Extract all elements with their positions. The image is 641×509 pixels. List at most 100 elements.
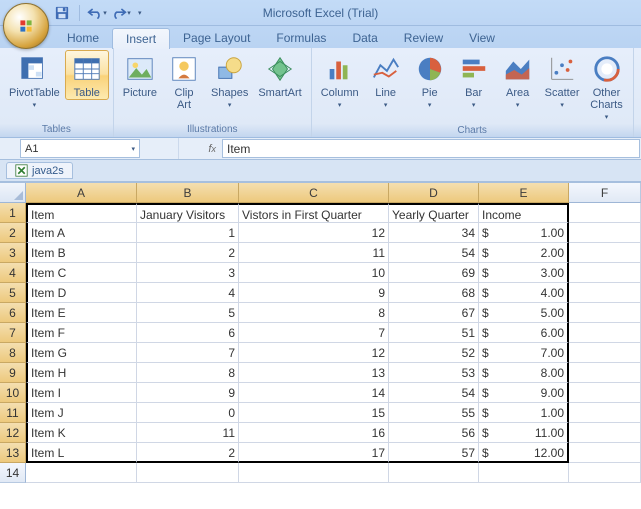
bar-chart-button[interactable]: Bar▾ bbox=[452, 50, 496, 112]
cell[interactable]: 2 bbox=[137, 443, 239, 463]
cell[interactable]: $7.00 bbox=[479, 343, 569, 363]
name-box[interactable]: A1 ▾ bbox=[20, 139, 140, 158]
cell[interactable] bbox=[569, 223, 641, 243]
hyperlink-button[interactable]: Hype bbox=[638, 50, 641, 99]
cell[interactable]: Item H bbox=[26, 363, 137, 383]
cell[interactable] bbox=[239, 463, 389, 483]
cell[interactable]: Item K bbox=[26, 423, 137, 443]
row-header[interactable]: 1 bbox=[0, 203, 26, 223]
cell[interactable]: $6.00 bbox=[479, 323, 569, 343]
cell[interactable]: 0 bbox=[137, 403, 239, 423]
row-header[interactable]: 12 bbox=[0, 423, 26, 443]
cell[interactable]: 16 bbox=[239, 423, 389, 443]
cell[interactable] bbox=[569, 463, 641, 483]
row-header[interactable]: 13 bbox=[0, 443, 26, 463]
cell[interactable]: $1.00 bbox=[479, 223, 569, 243]
tab-review[interactable]: Review bbox=[391, 28, 456, 48]
cell[interactable] bbox=[137, 463, 239, 483]
cell[interactable]: $8.00 bbox=[479, 363, 569, 383]
cell[interactable]: $5.00 bbox=[479, 303, 569, 323]
cell[interactable]: 68 bbox=[389, 283, 479, 303]
cell[interactable]: $12.00 bbox=[479, 443, 569, 463]
pivottable-button[interactable]: PivotTable▾ bbox=[4, 50, 65, 112]
tab-page-layout[interactable]: Page Layout bbox=[170, 28, 263, 48]
area-chart-button[interactable]: Area▾ bbox=[496, 50, 540, 112]
row-header[interactable]: 3 bbox=[0, 243, 26, 263]
cell[interactable]: 1 bbox=[137, 223, 239, 243]
tab-data[interactable]: Data bbox=[339, 28, 390, 48]
cell[interactable]: 13 bbox=[239, 363, 389, 383]
column-header[interactable]: C bbox=[239, 183, 389, 203]
cell[interactable]: Item A bbox=[26, 223, 137, 243]
row-header[interactable]: 7 bbox=[0, 323, 26, 343]
qat-customize-icon[interactable]: ▾ bbox=[138, 9, 142, 17]
office-button[interactable] bbox=[3, 3, 49, 49]
cell[interactable] bbox=[26, 463, 137, 483]
cell[interactable]: 67 bbox=[389, 303, 479, 323]
row-header[interactable]: 2 bbox=[0, 223, 26, 243]
cell[interactable]: 10 bbox=[239, 263, 389, 283]
cell[interactable]: 6 bbox=[137, 323, 239, 343]
tab-home[interactable]: Home bbox=[54, 28, 112, 48]
cell[interactable]: $11.00 bbox=[479, 423, 569, 443]
clipart-button[interactable]: Clip Art bbox=[162, 50, 206, 112]
cell[interactable]: 56 bbox=[389, 423, 479, 443]
smartart-button[interactable]: SmartArt bbox=[253, 50, 306, 99]
cell[interactable] bbox=[569, 383, 641, 403]
cell[interactable]: Item E bbox=[26, 303, 137, 323]
cell[interactable]: 8 bbox=[239, 303, 389, 323]
save-icon[interactable] bbox=[52, 3, 72, 23]
shapes-button[interactable]: Shapes▾ bbox=[206, 50, 253, 112]
cell[interactable]: 17 bbox=[239, 443, 389, 463]
cell[interactable] bbox=[569, 343, 641, 363]
cell[interactable]: 9 bbox=[239, 283, 389, 303]
cell[interactable]: 7 bbox=[239, 323, 389, 343]
cell[interactable]: Item C bbox=[26, 263, 137, 283]
cell[interactable]: 14 bbox=[239, 383, 389, 403]
cell[interactable]: $2.00 bbox=[479, 243, 569, 263]
cell[interactable]: Item F bbox=[26, 323, 137, 343]
cell[interactable]: 11 bbox=[137, 423, 239, 443]
cell[interactable]: 53 bbox=[389, 363, 479, 383]
cell[interactable]: 7 bbox=[137, 343, 239, 363]
worksheet-grid[interactable]: ABCDEF1ItemJanuary VisitorsVistors in Fi… bbox=[0, 182, 641, 483]
cell[interactable]: 2 bbox=[137, 243, 239, 263]
column-header[interactable]: E bbox=[479, 183, 569, 203]
cell[interactable]: $9.00 bbox=[479, 383, 569, 403]
column-chart-button[interactable]: Column▾ bbox=[316, 50, 364, 112]
cell[interactable]: 15 bbox=[239, 403, 389, 423]
select-all-corner[interactable] bbox=[0, 183, 26, 203]
cell[interactable]: 3 bbox=[137, 263, 239, 283]
table-button[interactable]: Table bbox=[65, 50, 109, 100]
cell[interactable]: 52 bbox=[389, 343, 479, 363]
cell[interactable]: 12 bbox=[239, 223, 389, 243]
cell[interactable]: Item J bbox=[26, 403, 137, 423]
cell[interactable]: Yearly Quarter bbox=[389, 203, 479, 223]
tab-insert[interactable]: Insert bbox=[112, 28, 170, 49]
cell[interactable]: 57 bbox=[389, 443, 479, 463]
row-header[interactable]: 4 bbox=[0, 263, 26, 283]
fx-icon[interactable]: fx bbox=[178, 138, 222, 159]
cell[interactable]: Item L bbox=[26, 443, 137, 463]
cell[interactable] bbox=[569, 403, 641, 423]
cell[interactable] bbox=[569, 363, 641, 383]
cell[interactable] bbox=[569, 263, 641, 283]
cell[interactable] bbox=[479, 463, 569, 483]
cell[interactable]: Vistors in First Quarter bbox=[239, 203, 389, 223]
cell[interactable]: 12 bbox=[239, 343, 389, 363]
row-header[interactable]: 6 bbox=[0, 303, 26, 323]
line-chart-button[interactable]: Line▾ bbox=[364, 50, 408, 112]
cell[interactable]: 55 bbox=[389, 403, 479, 423]
name-box-dropdown-icon[interactable]: ▾ bbox=[131, 145, 135, 153]
row-header[interactable]: 11 bbox=[0, 403, 26, 423]
undo-icon[interactable]: ▾ bbox=[87, 3, 107, 23]
row-header[interactable]: 5 bbox=[0, 283, 26, 303]
formula-input[interactable]: Item bbox=[222, 139, 640, 158]
picture-button[interactable]: Picture bbox=[118, 50, 162, 99]
pie-chart-button[interactable]: Pie▾ bbox=[408, 50, 452, 112]
cell[interactable] bbox=[569, 443, 641, 463]
column-header[interactable]: F bbox=[569, 183, 641, 203]
cell[interactable]: 4 bbox=[137, 283, 239, 303]
cell[interactable]: $3.00 bbox=[479, 263, 569, 283]
cell[interactable]: Income bbox=[479, 203, 569, 223]
